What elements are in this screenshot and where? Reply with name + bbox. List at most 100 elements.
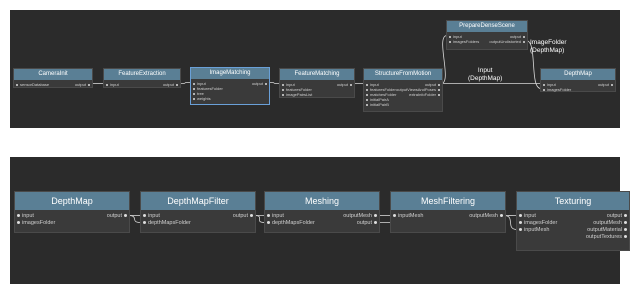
output-port-output[interactable]: output	[75, 82, 90, 87]
output-port-outputtextures[interactable]: outputTextures	[586, 234, 627, 241]
output-port-output[interactable]: output	[233, 213, 253, 220]
port-connector-icon[interactable]	[17, 214, 20, 218]
input-port-input[interactable]: input	[267, 213, 284, 220]
input-port-imagesfolders[interactable]: imagesFolders	[449, 39, 479, 44]
input-port-sensordatabase[interactable]: sensorDatabase	[16, 82, 49, 87]
input-port-input[interactable]: input	[143, 213, 160, 220]
output-port-output[interactable]: output	[607, 213, 627, 220]
port-connector-icon[interactable]	[350, 83, 352, 86]
bottom-node-mesh-filtering[interactable]: MeshFiltering inputMesh outputMesh	[390, 191, 506, 233]
port-connector-icon[interactable]	[523, 40, 525, 43]
input-port-imagesfolder[interactable]: imagesFolder	[17, 220, 55, 227]
top-node-feature-matching[interactable]: FeatureMatching input featuresFolder imageP…	[279, 68, 355, 98]
input-port-input[interactable]: input	[519, 213, 536, 220]
input-port-inputmesh[interactable]: inputMesh	[519, 227, 549, 234]
input-port-input[interactable]: input	[106, 82, 119, 87]
output-port-output[interactable]: output	[598, 82, 613, 87]
top-node-prepare-dense-scene[interactable]: PrepareDenseScene input imagesFolders outpu…	[446, 20, 528, 50]
port-label: imagesFolder	[547, 87, 572, 92]
input-port-initialpairb[interactable]: initialPairB	[366, 102, 389, 107]
port-connector-icon[interactable]	[193, 87, 195, 90]
port-connector-icon[interactable]	[267, 214, 270, 218]
port-connector-icon[interactable]	[193, 97, 195, 100]
output-port-output[interactable]: output	[163, 82, 178, 87]
bottom-node-depth-map-filter[interactable]: DepthMapFilter input depthMapsFolder output	[140, 191, 256, 233]
top-node-image-matching[interactable]: ImageMatching input featuresFolder tree weig…	[190, 67, 270, 105]
port-connector-icon[interactable]	[282, 83, 284, 86]
port-connector-icon[interactable]	[519, 221, 522, 225]
port-connector-icon[interactable]	[282, 93, 284, 96]
port-connector-icon[interactable]	[449, 40, 451, 43]
input-port-input[interactable]: input	[17, 213, 34, 220]
port-label: input	[148, 213, 160, 219]
port-connector-icon[interactable]	[519, 214, 522, 218]
port-connector-icon[interactable]	[366, 98, 368, 101]
port-connector-icon[interactable]	[366, 93, 368, 96]
port-connector-icon[interactable]	[16, 83, 18, 86]
port-connector-icon[interactable]	[143, 221, 146, 225]
port-connector-icon[interactable]	[265, 82, 267, 85]
port-connector-icon[interactable]	[193, 92, 195, 95]
port-connector-icon[interactable]	[366, 83, 368, 86]
output-port-extrainfofolder[interactable]: extraInfoFolder	[409, 92, 440, 97]
port-connector-icon[interactable]	[624, 221, 627, 225]
port-connector-icon[interactable]	[143, 214, 146, 218]
port-connector-icon[interactable]	[393, 214, 396, 218]
bottom-node-texturing[interactable]: Texturing input imagesFolder inputMesh outpu…	[516, 191, 630, 251]
input-port-depthmapsfolder[interactable]: depthMapsFolder	[143, 220, 191, 227]
port-connector-icon[interactable]	[106, 83, 108, 86]
port-connector-icon[interactable]	[88, 83, 90, 86]
port-connector-icon[interactable]	[543, 88, 545, 91]
port-connector-icon[interactable]	[17, 221, 20, 225]
port-label: imagesFolder	[22, 220, 56, 226]
input-port-depthmapsfolder[interactable]: depthMapsFolder	[267, 220, 315, 227]
port-connector-icon[interactable]	[624, 228, 627, 232]
port-connector-icon[interactable]	[543, 83, 545, 86]
bottom-node-depth-map[interactable]: DepthMap input imagesFolder output	[14, 191, 130, 233]
output-port-output[interactable]: output	[357, 220, 377, 227]
input-port-imagepairslist[interactable]: imagePairsList	[282, 92, 312, 97]
output-port-outputmesh[interactable]: outputMesh	[469, 213, 503, 220]
input-port-inputmesh[interactable]: inputMesh	[393, 213, 423, 220]
input-port-imagesfolder[interactable]: imagesFolder	[519, 220, 557, 227]
output-port-outputmesh[interactable]: outputMesh	[343, 213, 377, 220]
top-node-structure-from-motion[interactable]: StructureFromMotion input featuresFolder ma…	[363, 68, 443, 112]
port-connector-icon[interactable]	[500, 214, 503, 218]
node-title: DepthMapFilter	[141, 192, 255, 210]
port-connector-icon[interactable]	[519, 228, 522, 232]
port-connector-icon[interactable]	[124, 214, 127, 218]
port-connector-icon[interactable]	[438, 83, 440, 86]
port-connector-icon[interactable]	[366, 88, 368, 91]
port-connector-icon[interactable]	[611, 83, 613, 86]
port-connector-icon[interactable]	[438, 88, 440, 91]
output-port-output[interactable]: output	[107, 213, 127, 220]
top-node-camera-init[interactable]: CameraInit sensorDatabase output	[13, 68, 93, 88]
port-label: output	[106, 213, 122, 219]
input-port-imagesfolder[interactable]: imagesFolder	[543, 87, 571, 92]
port-connector-icon[interactable]	[282, 88, 284, 91]
port-connector-icon[interactable]	[267, 221, 270, 225]
output-port-outputundistorted[interactable]: outputUndistorted	[489, 39, 525, 44]
output-port-output[interactable]: output	[252, 81, 267, 86]
port-connector-icon[interactable]	[374, 214, 377, 218]
port-label: weights	[197, 96, 211, 101]
output-port-outputmaterial[interactable]: outputMaterial	[587, 227, 627, 234]
port-connector-icon[interactable]	[523, 35, 525, 38]
output-port-output[interactable]: output	[337, 82, 352, 87]
bottom-node-meshing[interactable]: Meshing input depthMapsFolder outputMesh out…	[264, 191, 380, 233]
port-connector-icon[interactable]	[438, 93, 440, 96]
node-title: FeatureMatching	[280, 69, 354, 80]
port-connector-icon[interactable]	[374, 221, 377, 225]
top-node-feature-extraction[interactable]: FeatureExtraction input output	[103, 68, 181, 88]
input-port-weights[interactable]: weights	[193, 96, 211, 101]
port-connector-icon[interactable]	[250, 214, 253, 218]
port-connector-icon[interactable]	[193, 82, 195, 85]
port-connector-icon[interactable]	[624, 214, 627, 218]
port-connector-icon[interactable]	[624, 235, 627, 239]
port-connector-icon[interactable]	[366, 103, 368, 106]
top-node-depth-map[interactable]: DepthMap input imagesFolder output	[540, 68, 616, 92]
port-label: output	[606, 213, 622, 219]
port-connector-icon[interactable]	[176, 83, 178, 86]
output-port-outputmesh[interactable]: outputMesh	[593, 220, 627, 227]
port-connector-icon[interactable]	[449, 35, 451, 38]
